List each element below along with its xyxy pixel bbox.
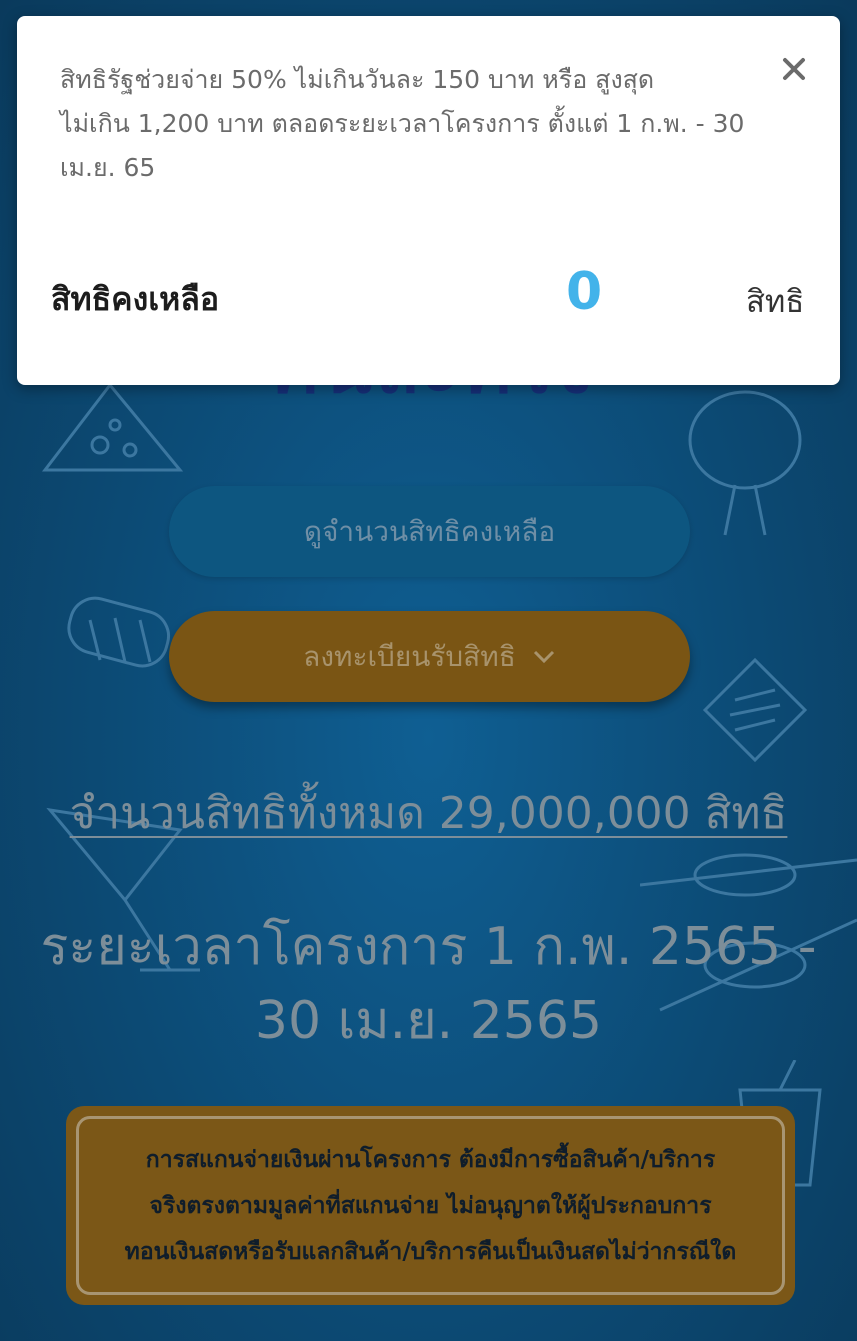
notice-line-3: ทอนเงินสดหรือรับแลกสินค้า/บริการคืนเป็นเ… (124, 1238, 737, 1265)
register-label: ลงทะเบียนรับสิทธิ (303, 639, 516, 673)
notice-inner: การสแกนจ่ายเงินผ่านโครงการ ต้องมีการซื้อ… (76, 1116, 785, 1295)
remaining-unit: สิทธิ (746, 284, 805, 320)
scan-payment-notice: การสแกนจ่ายเงินผ่านโครงการ ต้องมีการซื้อ… (66, 1106, 795, 1305)
period-line-1: ระยะเวลาโครงการ 1 ก.พ. 2565 - (40, 917, 817, 977)
project-period: ระยะเวลาโครงการ 1 ก.พ. 2565 - 30 เม.ย. 2… (40, 910, 817, 1058)
close-icon (782, 57, 806, 85)
close-button[interactable] (777, 54, 811, 88)
check-remaining-label: ดูจำนวนสิทธิคงเหลือ (303, 514, 556, 548)
modal-desc-line-1: สิทธิรัฐช่วยจ่าย 50% ไม่เกินวันละ 150 บา… (60, 65, 655, 94)
sandwich-doodle-icon (695, 650, 815, 770)
pizza-doodle-icon (40, 380, 190, 480)
check-remaining-button[interactable]: ดูจำนวนสิทธิคงเหลือ (169, 486, 690, 577)
notice-line-1: การสแกนจ่ายเงินผ่านโครงการ ต้องมีการซื้อ… (145, 1146, 716, 1173)
sushi-doodle-icon (60, 590, 180, 680)
remaining-value: 0 (566, 262, 603, 322)
drumstick-doodle-icon (680, 385, 810, 545)
modal-desc-line-2: ไม่เกิน 1,200 บาท ตลอดระยะเวลาโครงการ ตั… (60, 109, 745, 138)
remaining-label: สิทธิคงเหลือ (51, 280, 220, 318)
notice-line-2: จริงตรงตามมูลค่าที่สแกนจ่าย ไม่อนุญาตให้… (149, 1192, 712, 1219)
modal-description: สิทธิรัฐช่วยจ่าย 50% ไม่เกินวันละ 150 บา… (60, 58, 760, 190)
period-line-2: 30 เม.ย. 2565 (254, 991, 603, 1051)
register-button[interactable]: ลงทะเบียนรับสิทธิ (169, 611, 690, 702)
modal-desc-line-3: เม.ย. 65 (60, 153, 156, 182)
total-rights-link[interactable]: จำนวนสิทธิทั้งหมด 29,000,000 สิทธิ (0, 778, 857, 848)
remaining-rights-modal: สิทธิรัฐช่วยจ่าย 50% ไม่เกินวันละ 150 บา… (17, 16, 840, 385)
chevron-down-icon (532, 649, 556, 665)
